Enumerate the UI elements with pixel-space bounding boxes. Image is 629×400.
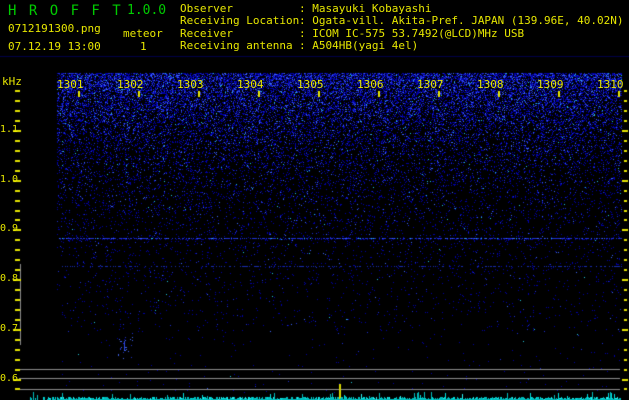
hrofft-screen: H R O F F T 1.0.0 0712191300.png meteor … [0, 0, 629, 400]
time-tick-label: 1305 [297, 78, 324, 91]
station-label: Observer [180, 2, 233, 15]
app-title: H R O F F T [8, 3, 123, 19]
time-tick-label: 1301 [57, 78, 84, 91]
station-row: Receiving Location: Ogata-vill. Akita-Pr… [180, 15, 624, 26]
freq-tick-label: 1.0 [0, 174, 19, 185]
station-row: Receiving antenna: A504HB(yagi 4el) [180, 40, 418, 51]
station-value: Masayuki Kobayashi [312, 2, 432, 15]
freq-tick-label: 0.7 [0, 323, 19, 334]
station-label: Receiving Location [180, 14, 300, 28]
station-colon: : [299, 39, 313, 53]
app-version: 1.0.0 [127, 3, 167, 18]
time-tick-label: 1304 [237, 78, 264, 91]
freq-tick-label: 0.8 [0, 273, 19, 284]
time-tick-label: 1308 [477, 78, 504, 91]
station-value: A504HB(yagi 4el) [312, 39, 419, 53]
station-colon: : [299, 2, 313, 15]
spectrogram-canvas [0, 0, 629, 400]
freq-tick-label: 0.6 [0, 373, 19, 384]
station-row: Observer: Masayuki Kobayashi [180, 3, 431, 14]
station-value: ICOM IC-575 53.7492(@LCD)MHz USB [312, 26, 525, 40]
mode-label: meteor [123, 27, 163, 40]
station-colon: : [299, 14, 313, 28]
time-tick-label: 1303 [177, 78, 204, 91]
station-value: Ogata-vill. Akita-Pref. JAPAN (139.96E, … [312, 14, 624, 28]
station-colon: : [299, 26, 313, 40]
freq-tick-label: 0.9 [0, 223, 19, 234]
time-tick-label: 1307 [417, 78, 444, 91]
observation-datetime: 07.12.19 13:00 [8, 40, 101, 53]
time-tick-label: 1302 [117, 78, 144, 91]
station-label: Receiving antenna [180, 39, 293, 53]
time-tick-label: 1310 [597, 78, 624, 91]
time-tick-label: 1309 [537, 78, 564, 91]
freq-tick-label: 1.1 [0, 124, 19, 135]
meteor-count: 1 [140, 40, 147, 53]
filename: 0712191300.png [8, 22, 101, 35]
station-row: Receiver: ICOM IC-575 53.7492(@LCD)MHz U… [180, 28, 524, 39]
station-label: Receiver [180, 26, 233, 40]
time-tick-label: 1306 [357, 78, 384, 91]
khz-unit-label: kHz [2, 75, 22, 88]
